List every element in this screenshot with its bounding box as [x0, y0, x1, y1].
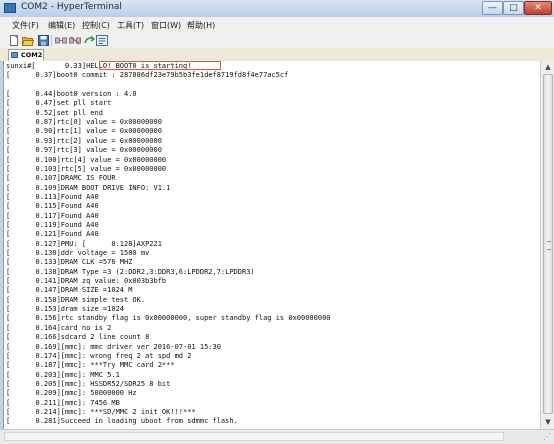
terminal-line: [ 0.117]Found A40 — [6, 211, 99, 220]
scroll-down-arrow-icon[interactable]: ▼ — [542, 416, 554, 428]
properties-icon[interactable] — [96, 34, 108, 46]
terminal-line: [ 0.97]rtc[3] value = 0x00000000 — [6, 146, 162, 155]
terminal-line: [ 0.174][mmc]: wrong freq 2 at spd md 2 — [6, 351, 192, 360]
scrollbar-thumb[interactable] — [543, 74, 553, 414]
terminal-line: [ 0.119]Found A40 — [6, 220, 99, 229]
menu-bar: 文件(F) 编辑(E) 控制(C) 工具(T) 窗口(W) 帮助(H) — [0, 17, 554, 34]
connect-icon[interactable] — [69, 34, 81, 46]
session-tabbar: COM2 — [0, 48, 554, 62]
menu-control[interactable]: 控制(C) — [82, 20, 110, 31]
menu-file[interactable]: 文件(F) — [12, 20, 39, 31]
menu-tools[interactable]: 工具(T) — [117, 20, 144, 31]
terminal-line: [ 0.203][mmc]: MMC 5.1 — [6, 370, 120, 379]
toolbar-separator — [51, 35, 52, 46]
vertical-scrollbar[interactable]: ▲ ▼ — [540, 61, 554, 429]
session-icon — [11, 52, 18, 58]
disconnect-icon[interactable] — [55, 34, 67, 46]
terminal-line: [ 0.103]rtc[5] value = 0x00000000 — [6, 164, 167, 173]
terminal-line: [ 0.109]DRAM BOOT DRIVE INFO: V1.1 — [6, 183, 171, 192]
terminal-line: sunxi#[ 0.33]HELLO! BOOT0 is starting! — [6, 62, 192, 70]
terminal-line: [ 0.52]set pll end — [6, 108, 103, 117]
horizontal-scrollbar[interactable] — [4, 432, 504, 441]
terminal-line: [ 0.211][mmc]: 7456 MB — [6, 398, 120, 407]
terminal-line: [ 0.138]DRAM Type =3 (2:DDR2,3:DDR3,6:LP… — [6, 267, 255, 276]
maximize-button[interactable]: □ — [503, 1, 524, 15]
terminal-line: [ 0.205][mmc]: HSSDR52/SDR25 8 bit — [6, 379, 171, 388]
terminal-line: [ 0.147]DRAM SIZE =1024 M — [6, 286, 133, 295]
terminal-line: [ 0.187][mmc]: ***Try MMC card 2*** — [6, 361, 175, 370]
terminal-line: [ 0.113]Found A40 — [6, 192, 99, 201]
scrollbar-grip-icon — [547, 241, 551, 250]
terminal-line: [ 0.164]card no is 2 — [6, 323, 112, 332]
terminal-output[interactable]: sunxi#[ 0.33]HELLO! BOOT0 is starting![ … — [3, 61, 541, 429]
terminal-line: [ 0.107]DRAMC IS FOUR — [6, 174, 116, 183]
title-bar: COM2 - HyperTerminal — □ ✕ — [0, 0, 554, 18]
terminal-line: [ 0.156]rtc standby flag is 0x00000000, … — [6, 314, 331, 323]
new-session-icon[interactable] — [8, 34, 20, 46]
terminal-line: [ 0.214][mmc]: ***SD/MMC 2 init OK!!!*** — [6, 407, 196, 416]
terminal-line: [ 0.90]rtc[1] value = 0x00000000 — [6, 127, 162, 136]
send-file-icon[interactable] — [83, 34, 95, 46]
resize-grip-icon[interactable]: ⋰ — [540, 430, 554, 444]
terminal-line: [ 0.47]set pll start — [6, 99, 112, 108]
hyperterminal-app-icon — [4, 3, 16, 13]
terminal-line: [ 0.115]Found A40 — [6, 202, 99, 211]
toolbar — [0, 34, 554, 49]
terminal-line: [ 0.133]DRAM CLK =576 MHZ — [6, 258, 133, 267]
terminal-line: [ 0.166]sdcard 2 line count 8 — [6, 333, 150, 342]
terminal-line: [ 0.209][mmc]: 50000000 Hz — [6, 389, 137, 398]
terminal-line: [ 0.121]Found A40 — [6, 230, 99, 239]
tab-com2[interactable]: COM2 — [8, 49, 44, 61]
terminal-line: [ 0.150]DRAM simple test OK. — [6, 295, 146, 304]
terminal-line: [ 0.141]DRAM zq value: 0x003b3bfb — [6, 277, 167, 286]
terminal-line: [ 0.130]ddr voltage = 1500 mv — [6, 249, 150, 257]
scroll-up-arrow-icon[interactable]: ▲ — [542, 61, 554, 73]
tab-label: COM2 — [21, 51, 43, 59]
terminal-line: [ 0.87]rtc[0] value = 0x00000000 — [6, 118, 162, 127]
terminal-line: [ 0.93]rtc[2] value = 0x00000000 — [6, 136, 162, 145]
terminal-line: [ 0.44]boot0 version : 4.0 — [6, 90, 137, 99]
save-icon[interactable] — [37, 34, 49, 46]
open-icon[interactable] — [22, 34, 34, 46]
menu-help[interactable]: 帮助(H) — [187, 20, 215, 31]
window-title: COM2 - HyperTerminal — [21, 2, 122, 12]
terminal-line: [ 0.127]PMU: [ 0.128]AXP221 — [6, 239, 162, 248]
menu-window[interactable]: 窗口(W) — [151, 20, 181, 31]
terminal-line: [ 0.37]boot0 commit : 287886df23e79b5b3f… — [6, 71, 289, 80]
menu-edit[interactable]: 编辑(E) — [48, 20, 75, 31]
status-bar: ⋰ — [0, 429, 554, 444]
terminal-line: [ 0.100]rtc[4] value = 0x00000000 — [6, 155, 167, 164]
terminal-line: [ 0.153]dram size =1024 — [6, 305, 125, 314]
terminal-line: [ 0.169][mmc]: mmc driver ver 2016-07-01… — [6, 342, 221, 351]
minimize-button[interactable]: — — [482, 1, 503, 15]
terminal-line: [ 0.281]Succeed in loading uboot from sd… — [6, 417, 238, 426]
close-button[interactable]: ✕ — [524, 1, 552, 15]
